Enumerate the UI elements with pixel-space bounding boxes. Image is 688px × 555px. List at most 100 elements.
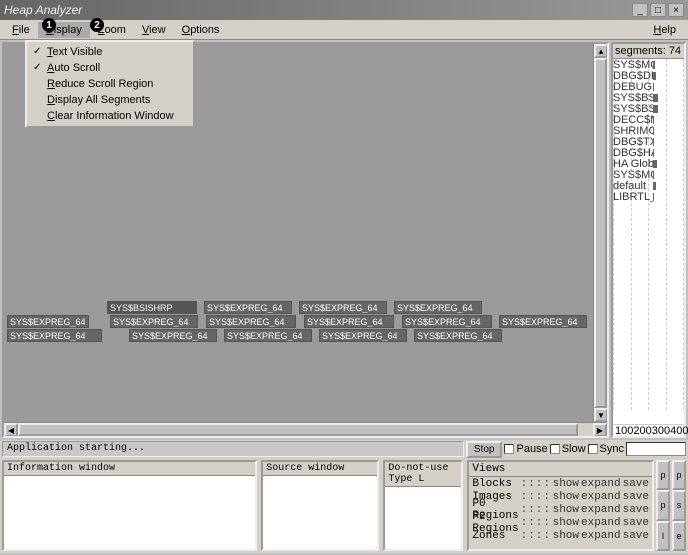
view-expand[interactable]: expand [581, 504, 621, 516]
view-expand[interactable]: expand [581, 517, 621, 529]
view-name: Zones [472, 530, 518, 542]
segment-row[interactable]: HA Global S [613, 158, 684, 169]
segment-row[interactable]: SHRIMGMSG [613, 125, 684, 136]
view-save[interactable]: save [623, 478, 649, 490]
menu-options[interactable]: Options [174, 22, 228, 38]
lower-panels: Information window Source window Do-not-… [0, 458, 688, 553]
heap-segment[interactable]: SYS$EXPREG_64 [304, 315, 394, 328]
stop-button[interactable]: Stop [466, 441, 503, 458]
heap-segment[interactable]: SYS$EXPREG_64 [224, 329, 312, 342]
segment-row[interactable]: SYS$BSISHR [613, 92, 684, 103]
heap-segment[interactable]: SYS$EXPREG_64 [7, 315, 89, 328]
view-show[interactable]: show [553, 530, 579, 542]
view-dots-icon: :::: [521, 517, 551, 529]
heap-segment[interactable]: SYS$EXPREG_64 [204, 301, 292, 314]
view-show[interactable]: show [553, 478, 579, 490]
maximize-button[interactable]: □ [650, 3, 666, 17]
heap-segment[interactable]: SYS$EXPREG_64 [414, 329, 502, 342]
dropdown-item[interactable]: Reduce Scroll Region [29, 76, 191, 92]
scrollbar-horizontal[interactable]: ◀ ▶ [4, 422, 607, 436]
menu-view[interactable]: View [134, 22, 174, 38]
side-tab[interactable]: p [656, 460, 670, 490]
sync-input[interactable] [626, 442, 686, 456]
segment-row[interactable]: SYS$MODE [613, 59, 684, 70]
view-expand[interactable]: expand [581, 478, 621, 490]
menu-help[interactable]: Help [645, 22, 684, 38]
segment-row[interactable]: LIBRTL_VM [613, 191, 684, 202]
side-tabs-a: ppl [656, 460, 670, 551]
side-tab[interactable]: s [672, 490, 686, 520]
view-expand[interactable]: expand [581, 491, 621, 503]
slow-checkbox[interactable]: Slow [550, 443, 586, 455]
views-row[interactable]: P2 Regions::::show expand save [469, 516, 652, 529]
view-dots-icon: :::: [521, 478, 551, 490]
segment-bar [653, 182, 656, 190]
heap-segment[interactable]: SYS$EXPREG_64 [394, 301, 482, 314]
views-row[interactable]: Zones::::show expand save [469, 529, 652, 542]
segments-count: segments: 74 [615, 45, 681, 57]
view-save[interactable]: save [623, 491, 649, 503]
display-dropdown: Text VisibleAuto ScrollReduce Scroll Reg… [25, 40, 195, 128]
scroll-left-icon[interactable]: ◀ [4, 423, 18, 437]
heap-segment[interactable]: SYS$BSISHRP [107, 301, 197, 314]
segment-label: LIBRTL_VM [613, 191, 653, 203]
segment-row[interactable]: DBG$TXMSG [613, 136, 684, 147]
view-save[interactable]: save [623, 504, 649, 516]
segment-row[interactable]: DEBUG [613, 81, 684, 92]
scroll-up-icon[interactable]: ▲ [594, 44, 608, 58]
status-text: Application starting... [2, 441, 464, 457]
segment-row[interactable]: SYS$BSISHRP [613, 103, 684, 114]
minimize-button[interactable]: _ [632, 3, 648, 17]
view-show[interactable]: show [553, 491, 579, 503]
scroll-thumb-v[interactable] [594, 58, 607, 408]
heap-segment[interactable]: SYS$EXPREG_64 [402, 315, 492, 328]
view-show[interactable]: show [553, 517, 579, 529]
dropdown-item[interactable]: Auto Scroll [29, 60, 191, 76]
scroll-thumb-h[interactable] [18, 423, 578, 436]
segment-bar [653, 72, 656, 80]
dropdown-item[interactable]: Clear Information Window [29, 108, 191, 124]
do-not-use-window: Do-not-use Type L [383, 460, 463, 551]
segment-bar [653, 94, 658, 102]
sync-checkbox[interactable]: Sync [588, 443, 624, 455]
close-button[interactable]: × [668, 3, 684, 17]
dropdown-item[interactable]: Display All Segments [29, 92, 191, 108]
side-tab[interactable]: p [672, 460, 686, 490]
heap-segment[interactable]: SYS$EXPREG_64 [7, 329, 102, 342]
scroll-right-icon[interactable]: ▶ [593, 423, 607, 437]
dropdown-item[interactable]: Text Visible [29, 44, 191, 60]
heap-segment[interactable]: SYS$EXPREG_64 [110, 315, 198, 328]
source-window: Source window [261, 460, 379, 551]
segment-row[interactable]: DBG$HA_KERNEL [613, 147, 684, 158]
view-show[interactable]: show [553, 504, 579, 516]
src-title: Source window [263, 462, 377, 476]
view-save[interactable]: save [623, 530, 649, 542]
heap-segment[interactable]: SYS$EXPREG_64 [499, 315, 587, 328]
dnt-title: Do-not-use Type L [385, 462, 461, 487]
heap-segment[interactable]: SYS$EXPREG_64 [206, 315, 296, 328]
scrollbar-vertical[interactable]: ▲ ▼ [593, 44, 607, 422]
annotation-badge-1: 1 [42, 18, 56, 32]
menu-file[interactable]: File [4, 22, 38, 38]
segment-bar [653, 105, 658, 113]
views-row[interactable]: Blocks::::show expand save [469, 477, 652, 490]
heap-segment[interactable]: SYS$EXPREG_64 [299, 301, 387, 314]
side-tab[interactable]: l [656, 521, 670, 551]
heap-segment[interactable]: SYS$EXPREG_64 [319, 329, 407, 342]
side-tab[interactable]: e [672, 521, 686, 551]
view-save[interactable]: save [623, 517, 649, 529]
segment-row[interactable]: DECC$MSG [613, 114, 684, 125]
information-window: Information window [2, 460, 257, 551]
segment-row[interactable]: DBG$DR.ISRMRU [613, 70, 684, 81]
view-expand[interactable]: expand [581, 530, 621, 542]
segments-chart: SYS$MODEDBG$DR.ISRMRUDEBUGSYS$BSISHRSYS$… [613, 59, 684, 424]
view-dots-icon: :::: [521, 530, 551, 542]
segment-bar [653, 61, 655, 69]
scroll-down-icon[interactable]: ▼ [594, 408, 608, 422]
views-header: Views [469, 462, 652, 477]
segment-row[interactable]: SYS$MODE [613, 169, 684, 180]
pause-checkbox[interactable]: Pause [504, 443, 547, 455]
heap-segment[interactable]: SYS$EXPREG_64 [129, 329, 217, 342]
side-tab[interactable]: p [656, 490, 670, 520]
segment-row[interactable]: default [613, 180, 684, 191]
